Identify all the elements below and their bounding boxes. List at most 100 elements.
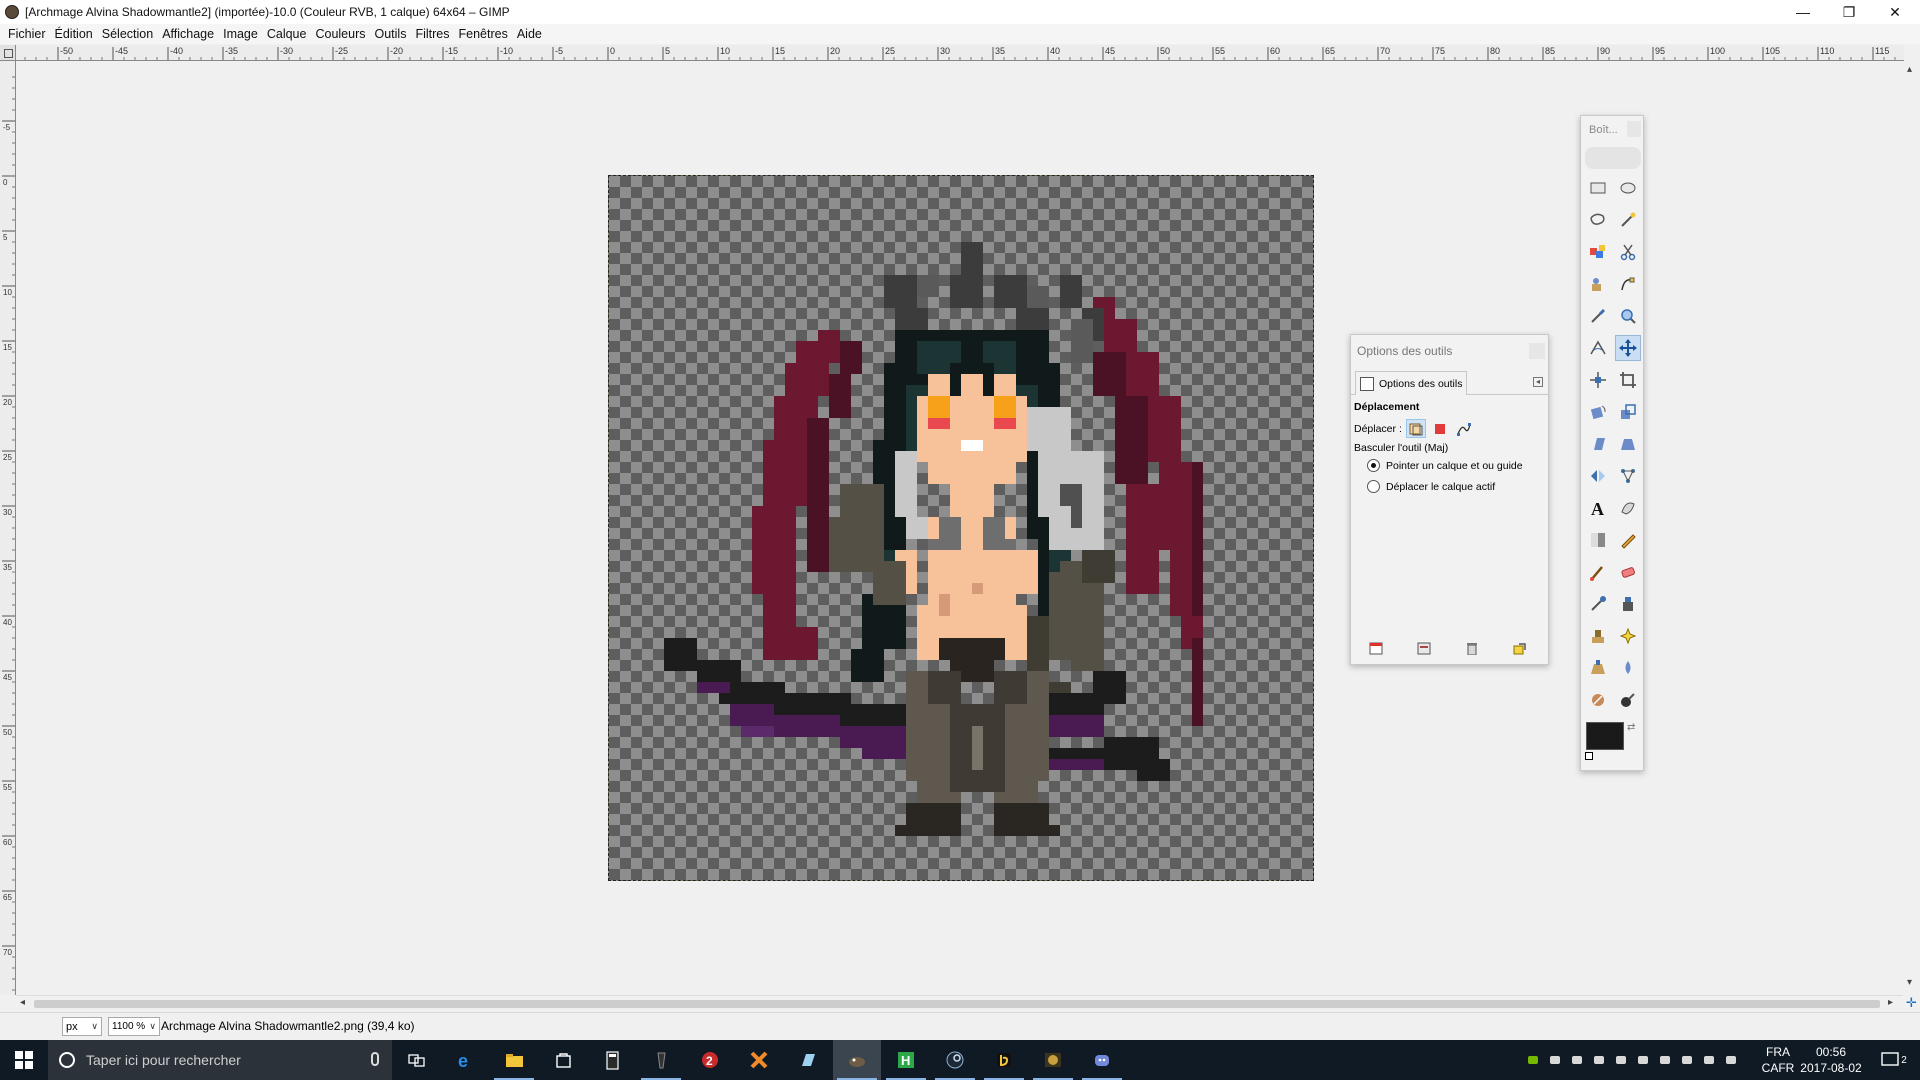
select-by-color-icon[interactable]	[1585, 239, 1611, 265]
scroll-up-icon[interactable]: ▴	[1907, 64, 1912, 75]
airbrush-icon[interactable]	[1585, 591, 1611, 617]
action-center-button[interactable]: 2	[1868, 1040, 1920, 1080]
microphone-icon[interactable]	[371, 1052, 379, 1066]
app-icon-yellow[interactable]	[980, 1040, 1028, 1080]
free-select-icon[interactable]	[1585, 207, 1611, 233]
horizontal-ruler[interactable]: -50 -45 -40 -35 -30 -25 -20 -15 -10 -5 0 5 10 15 20 25 3…	[16, 45, 1904, 61]
tab-tool-options[interactable]: Options des outils	[1355, 371, 1467, 395]
warp-transform-icon[interactable]	[1615, 495, 1641, 521]
vertical-scrollbar[interactable]: ▴ ▾	[1903, 61, 1920, 995]
menu-fenetres[interactable]: Fenêtres	[454, 27, 512, 41]
close-icon[interactable]	[1627, 121, 1641, 137]
ellipse-select-icon[interactable]	[1615, 175, 1641, 201]
reset-options-icon[interactable]	[1513, 642, 1527, 655]
menu-edition[interactable]: Édition	[51, 27, 98, 41]
maximize-icon[interactable]: ❐	[1826, 0, 1872, 24]
menu-image[interactable]: Image	[219, 27, 263, 41]
perspective-icon[interactable]	[1615, 431, 1641, 457]
scroll-down-icon[interactable]: ▾	[1907, 977, 1912, 988]
menu-outils[interactable]: Outils	[371, 27, 412, 41]
file-explorer-icon[interactable]	[490, 1040, 538, 1080]
scissors-select-icon[interactable]	[1615, 239, 1641, 265]
calculator-icon[interactable]	[588, 1040, 636, 1080]
taskbar-search[interactable]: Taper ici pour rechercher	[48, 1040, 392, 1080]
app-icon-blue[interactable]	[784, 1040, 832, 1080]
app-icon-orange[interactable]	[735, 1040, 783, 1080]
fuzzy-select-icon[interactable]	[1615, 207, 1641, 233]
menu-affichage[interactable]: Affichage	[158, 27, 219, 41]
wifi-icon[interactable]	[1676, 1040, 1698, 1080]
app-icon-red[interactable]: 2	[686, 1040, 734, 1080]
menu-couleurs[interactable]: Couleurs	[311, 27, 370, 41]
vertical-ruler[interactable]: -5 0 5 10 15 20 25 30 35 40 45 50 55 60 65 70	[0, 61, 16, 995]
foreground-color-swatch[interactable]	[1586, 722, 1624, 750]
align-icon[interactable]	[1585, 367, 1611, 393]
navigate-icon[interactable]: ✛	[1903, 995, 1920, 1011]
blend-icon[interactable]	[1585, 527, 1611, 553]
network-adapter-icon[interactable]	[1632, 1040, 1654, 1080]
radio-pick-layer[interactable]: Pointer un calque et ou guide	[1367, 459, 1523, 472]
crop-icon[interactable]	[1615, 367, 1641, 393]
discord-icon[interactable]	[1078, 1040, 1126, 1080]
heal-icon[interactable]	[1615, 623, 1641, 649]
close-icon[interactable]: ✕	[1872, 0, 1918, 24]
text-icon[interactable]: A	[1585, 495, 1611, 521]
perspective-clone-icon[interactable]	[1585, 655, 1611, 681]
smudge-icon[interactable]	[1585, 687, 1611, 713]
scale-icon[interactable]	[1615, 399, 1641, 425]
horizontal-scrollbar[interactable]: ◂ ▸	[16, 995, 1903, 1011]
menu-selection[interactable]: Sélection	[98, 27, 158, 41]
save-options-icon[interactable]	[1369, 642, 1383, 655]
dodge-burn-icon[interactable]	[1615, 687, 1641, 713]
foreground-select-icon[interactable]	[1585, 271, 1611, 297]
color-picker-icon[interactable]	[1585, 303, 1611, 329]
eraser-icon[interactable]	[1615, 559, 1641, 585]
shear-icon[interactable]	[1585, 431, 1611, 457]
radio-move-active[interactable]: Déplacer le calque actif	[1367, 480, 1495, 493]
language-indicator[interactable]: FRA CAFR	[1758, 1044, 1798, 1076]
hub-icon[interactable]	[1588, 1040, 1610, 1080]
flip-icon[interactable]	[1585, 463, 1611, 489]
app-icon-green-h[interactable]: H	[882, 1040, 930, 1080]
gamepad-icon[interactable]	[1566, 1040, 1588, 1080]
menu-calque[interactable]: Calque	[263, 27, 312, 41]
menu-filtres[interactable]: Filtres	[411, 27, 454, 41]
pencil-icon[interactable]	[1615, 527, 1641, 553]
move-selection-button[interactable]	[1430, 419, 1450, 438]
image-canvas[interactable]	[608, 175, 1314, 881]
measure-icon[interactable]	[1585, 335, 1611, 361]
menu-aide[interactable]: Aide	[513, 27, 547, 41]
paintbrush-icon[interactable]	[1585, 559, 1611, 585]
radio-button[interactable]	[1367, 480, 1380, 493]
delete-options-icon[interactable]	[1465, 642, 1479, 655]
shield-icon[interactable]	[1544, 1040, 1566, 1080]
menu-fichier[interactable]: Fichier	[4, 27, 51, 41]
task-view-icon[interactable]	[392, 1040, 440, 1080]
unit-select[interactable]: px ∨	[62, 1017, 102, 1036]
scroll-left-icon[interactable]: ◂	[20, 997, 25, 1008]
default-colors-icon[interactable]	[1585, 752, 1593, 760]
radio-button[interactable]	[1367, 459, 1380, 472]
swap-colors-icon[interactable]: ⇄	[1627, 722, 1635, 733]
volume-icon[interactable]	[1720, 1040, 1742, 1080]
paths-icon[interactable]	[1615, 271, 1641, 297]
store-icon[interactable]	[539, 1040, 587, 1080]
clone-icon[interactable]	[1585, 623, 1611, 649]
bluetooth-icon[interactable]	[1654, 1040, 1676, 1080]
rotate-icon[interactable]	[1585, 399, 1611, 425]
blur-icon[interactable]	[1615, 655, 1641, 681]
nvidia-icon[interactable]	[1522, 1040, 1544, 1080]
minimize-icon[interactable]: —	[1780, 0, 1826, 24]
zoom-select[interactable]: 1100 % ∨	[108, 1017, 160, 1036]
steam-tray-icon[interactable]	[1610, 1040, 1632, 1080]
cage-transform-icon[interactable]	[1615, 463, 1641, 489]
start-button[interactable]	[0, 1040, 48, 1080]
move-path-button[interactable]	[1454, 419, 1474, 438]
quick-mask-toggle[interactable]	[0, 45, 16, 61]
scroll-right-icon[interactable]: ▸	[1888, 997, 1893, 1008]
move-layer-button[interactable]	[1405, 419, 1426, 438]
gimp-icon[interactable]	[833, 1040, 881, 1080]
zoom-icon[interactable]	[1615, 303, 1641, 329]
close-icon[interactable]	[1529, 343, 1545, 359]
app-icon-gold[interactable]	[1029, 1040, 1077, 1080]
